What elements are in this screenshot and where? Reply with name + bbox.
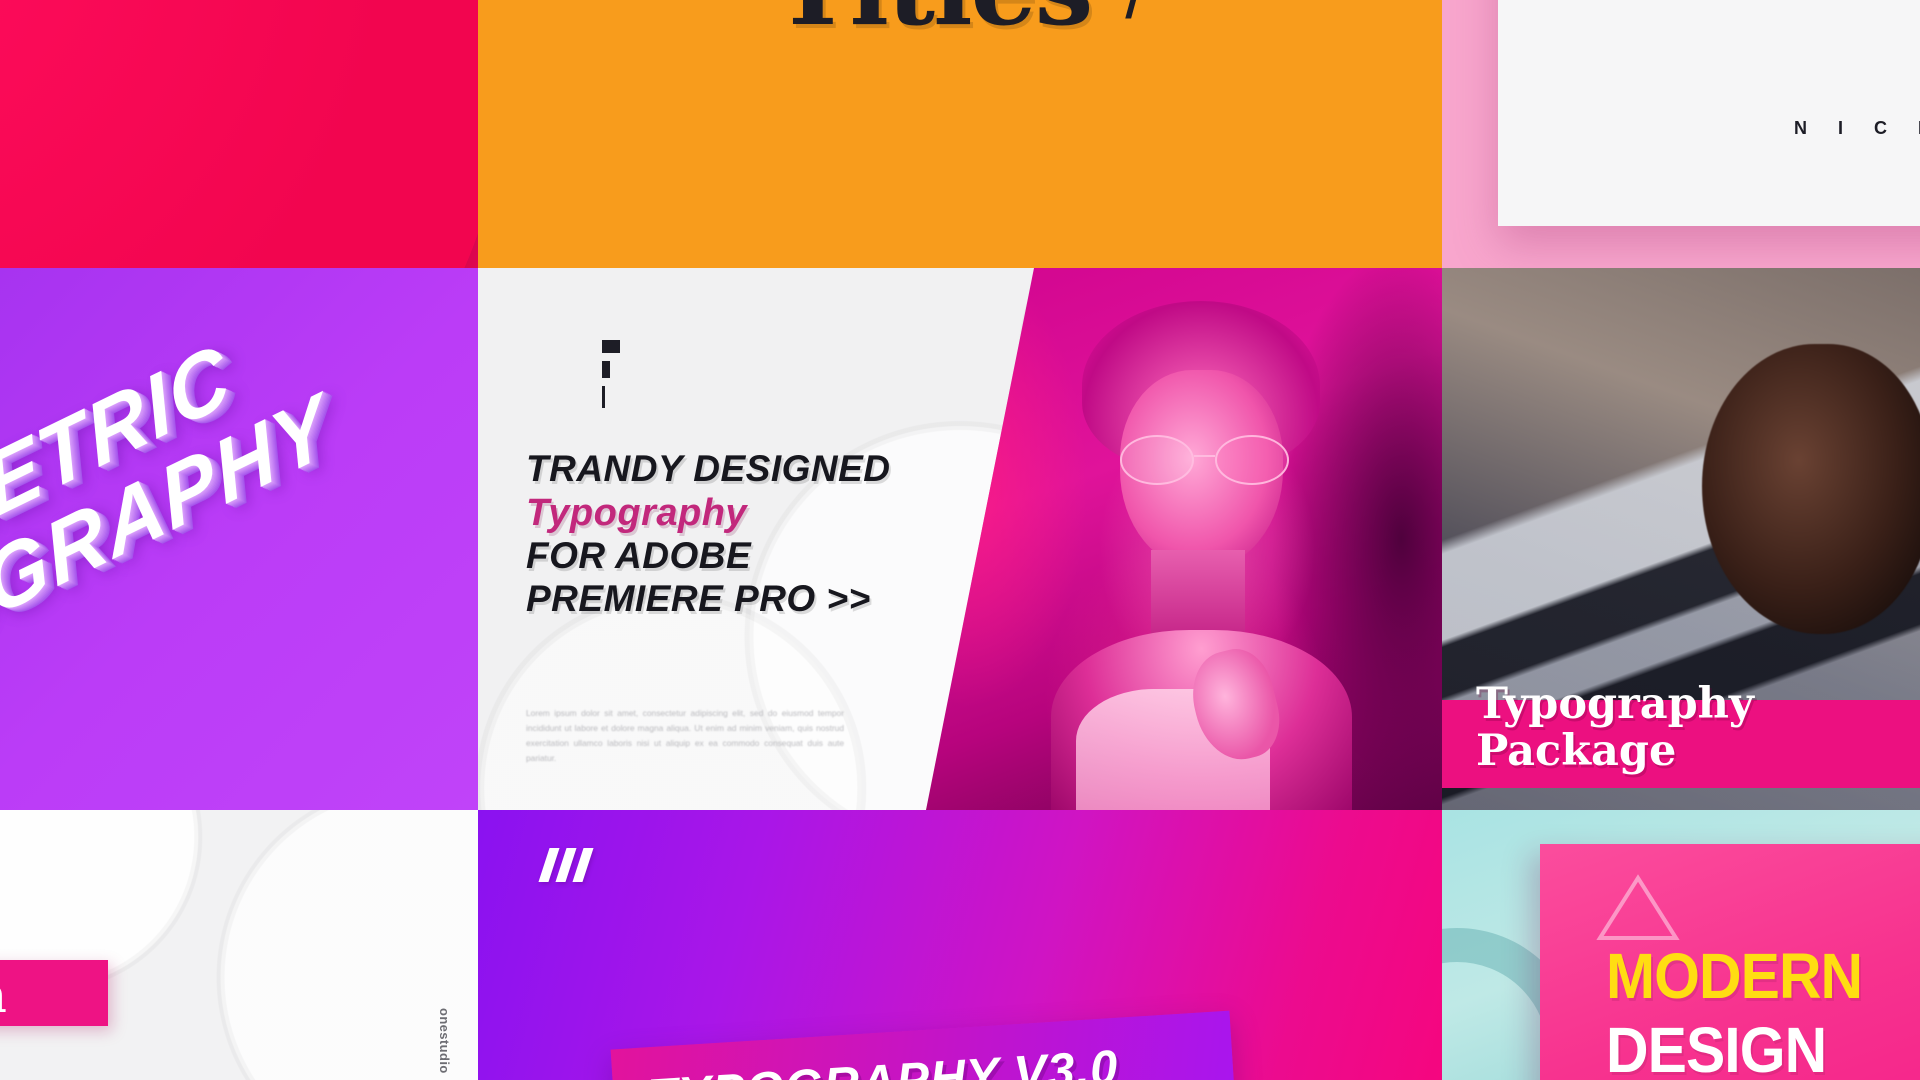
hero-heading-group: TRANDY DESIGNED Typography FOR ADOBE PRE… bbox=[526, 448, 1046, 621]
lens-bridge bbox=[1194, 455, 1215, 458]
magenta-tag-text: ion bbox=[0, 962, 7, 1028]
gradient-band-title: TYPOGRAPHY V3.0 bbox=[646, 1040, 1120, 1080]
car-title-line-1: Typography bbox=[1476, 679, 1754, 730]
hero-photo-figure bbox=[1045, 300, 1358, 810]
design-headline: DESIGN bbox=[1606, 1014, 1827, 1080]
hero-body-text: Lorem ipsum dolor sit amet, consectetur … bbox=[526, 708, 844, 763]
light-background-circles bbox=[0, 810, 478, 1080]
triangle-outline-icon bbox=[1580, 868, 1680, 940]
panel-light-tag: ion onestudio bbox=[0, 810, 478, 1080]
lens-right bbox=[1214, 435, 1290, 485]
pink-design-card: MODERN DESIGN bbox=[1540, 844, 1920, 1080]
wave-layer-1 bbox=[0, 0, 478, 268]
hero-heading-line-1: TRANDY DESIGNED bbox=[526, 448, 891, 489]
tick-large-icon bbox=[602, 340, 620, 353]
magenta-word-tag: ion bbox=[0, 960, 108, 1026]
tilted-title-band: TYPOGRAPHY V3.0 bbox=[610, 1010, 1238, 1080]
slash-mark-icon bbox=[538, 848, 594, 882]
panel-purple-isometric: GEOMETRIC TYPOGRAPHY ... labore et dolor… bbox=[0, 268, 478, 810]
titles-word: Titles bbox=[774, 0, 1093, 40]
tick-small-icon bbox=[602, 386, 605, 408]
photo-letter-group bbox=[1494, 0, 1920, 52]
panel-pink-photo-letters: N I C E T O bbox=[1442, 0, 1920, 268]
titles-heading-group: Titles / bbox=[774, 0, 1146, 41]
sunglasses-icon bbox=[1119, 435, 1290, 485]
hero-heading-accent: Typography bbox=[526, 491, 748, 534]
car-title-line-2: Package bbox=[1476, 725, 1677, 776]
panel-titles-orange: Titles / bbox=[478, 0, 1442, 268]
panel-hero-light: TRANDY DESIGNED Typography FOR ADOBE PRE… bbox=[478, 268, 1442, 810]
slash-bar-3 bbox=[572, 848, 594, 882]
panel-car-photo: Typography Package bbox=[1442, 268, 1920, 810]
titles-slash: / bbox=[1125, 0, 1146, 35]
panel-crimson-waves bbox=[0, 0, 478, 268]
vertical-credit-text: onestudio bbox=[437, 1008, 452, 1074]
panel-teal-modern-design: MODERN DESIGN bbox=[1442, 810, 1920, 1080]
tick-mark-group bbox=[602, 340, 620, 416]
isometric-text-group: GEOMETRIC TYPOGRAPHY ... bbox=[0, 296, 384, 810]
pink-card-subtitle: N I C E T O bbox=[1794, 118, 1920, 138]
panel-gradient-band: TYPOGRAPHY V3.0 bbox=[478, 810, 1442, 1080]
hero-heading-line-3: FOR ADOBE bbox=[526, 534, 752, 576]
tick-medium-icon bbox=[602, 361, 610, 378]
modern-headline: MODERN bbox=[1606, 940, 1863, 1012]
car-panel-title: Typography Package bbox=[1476, 681, 1896, 774]
lens-left bbox=[1119, 435, 1195, 485]
panel-grid: Titles / N I C E T O GEOMETRIC TYPOGRAPH… bbox=[0, 0, 1920, 1080]
